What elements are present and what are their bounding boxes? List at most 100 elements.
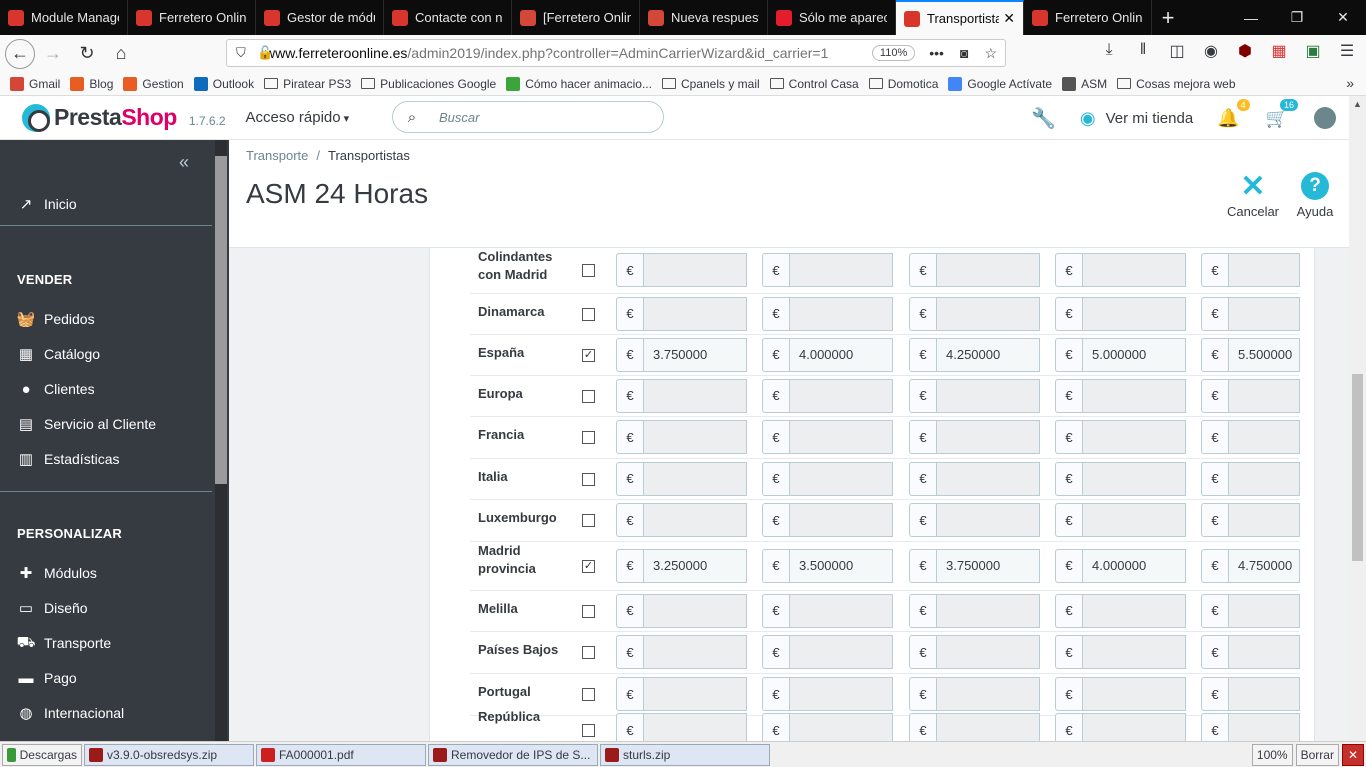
sidebar-item[interactable]: ▤ Servicio al Cliente [17, 416, 156, 433]
price-input[interactable] [936, 253, 1040, 287]
page-scrollbar[interactable]: ▲ [1349, 96, 1366, 741]
zone-checkbox[interactable] [582, 688, 595, 701]
breadcrumb-current[interactable]: Transportistas [328, 148, 410, 163]
bookmark-item[interactable]: Piratear PS3 [264, 77, 351, 91]
search-box[interactable]: ⌕ Buscar [392, 101, 664, 133]
browser-tab[interactable]: Contacte con no [384, 0, 512, 35]
price-input[interactable] [936, 420, 1040, 454]
price-field[interactable]: € [1055, 635, 1186, 669]
zone-checkbox[interactable] [582, 307, 595, 321]
price-input[interactable] [1082, 296, 1186, 331]
pocket-icon[interactable]: ◙ [960, 45, 968, 62]
close-window-icon[interactable]: ✕ [1320, 0, 1366, 35]
price-input[interactable] [1228, 677, 1300, 711]
price-field[interactable]: € [1055, 420, 1186, 454]
price-field[interactable]: € [762, 296, 893, 331]
bookmark-item[interactable]: Control Casa [769, 77, 859, 91]
price-field[interactable]: € [909, 635, 1040, 669]
zone-checkbox[interactable] [582, 646, 595, 659]
price-field[interactable]: € [1201, 677, 1300, 711]
price-field[interactable]: € [1055, 503, 1186, 537]
price-field[interactable]: €5.500000 [1201, 337, 1300, 372]
price-input[interactable] [643, 593, 747, 628]
price-field[interactable]: € [616, 378, 747, 413]
price-field[interactable]: € [1201, 461, 1300, 496]
price-field[interactable]: € [762, 253, 893, 287]
extension-red-icon[interactable]: ▦ [1268, 41, 1290, 61]
price-input[interactable] [789, 378, 893, 413]
price-input[interactable] [936, 296, 1040, 331]
price-field[interactable]: € [762, 593, 893, 628]
ublock-icon[interactable]: ⬢ [1234, 41, 1256, 61]
browser-tab[interactable]: Gestor de módu [256, 0, 384, 35]
insecure-lock-icon[interactable]: 🔓 [257, 45, 273, 61]
url-bar[interactable]: ⛉ 🔓 www.ferreteroonline.es/admin2019/ind… [226, 39, 1006, 67]
price-field[interactable]: € [909, 713, 1040, 741]
price-field[interactable]: € [616, 461, 747, 496]
menu-icon[interactable]: ☰ [1336, 41, 1358, 61]
price-field[interactable]: € [1055, 593, 1186, 628]
price-input[interactable] [1082, 677, 1186, 711]
price-field[interactable]: €3.750000 [909, 548, 1040, 583]
price-field[interactable]: € [762, 503, 893, 537]
price-field[interactable]: € [616, 503, 747, 537]
downloads-icon[interactable]: ⤓ [1098, 41, 1120, 61]
price-input[interactable] [643, 420, 747, 454]
price-field[interactable]: € [909, 503, 1040, 537]
price-field[interactable]: € [909, 677, 1040, 711]
price-input[interactable] [1228, 253, 1300, 287]
price-input[interactable] [643, 713, 747, 741]
breadcrumb-item[interactable]: Transporte [246, 148, 308, 163]
bookmark-item[interactable]: Outlook [193, 76, 254, 91]
quick-access-dropdown[interactable]: Acceso rápido [246, 109, 350, 126]
bookmark-item[interactable]: Publicaciones Google [361, 77, 496, 91]
price-field[interactable]: € [1201, 713, 1300, 741]
price-input[interactable] [643, 296, 747, 331]
prestashop-logo[interactable]: PrestaShop [22, 103, 177, 132]
price-field[interactable]: € [1201, 503, 1300, 537]
sidebar-item[interactable]: ◍ Internacional [17, 705, 124, 722]
price-input[interactable] [789, 677, 893, 711]
price-field[interactable]: € [1201, 378, 1300, 413]
price-input[interactable] [1228, 296, 1300, 331]
price-input[interactable] [1228, 461, 1300, 496]
price-input[interactable] [643, 677, 747, 711]
price-field[interactable]: €3.750000 [616, 337, 747, 372]
eye-icon[interactable]: ◉ [1080, 108, 1096, 129]
price-input[interactable] [1082, 503, 1186, 537]
price-field[interactable]: € [1201, 420, 1300, 454]
bookmark-item[interactable]: Domotica [868, 77, 938, 91]
clear-downloads-button[interactable]: Borrar [1295, 744, 1339, 766]
price-field[interactable]: € [762, 461, 893, 496]
price-input[interactable] [1228, 635, 1300, 669]
price-input[interactable] [1228, 503, 1300, 537]
bookmarks-overflow-icon[interactable]: » [1346, 75, 1354, 91]
price-field[interactable]: €5.000000 [1055, 337, 1186, 372]
price-input[interactable] [789, 253, 893, 287]
price-input[interactable]: 3.750000 [643, 337, 747, 372]
price-input[interactable] [1082, 713, 1186, 741]
price-input[interactable]: 4.750000 [1228, 548, 1300, 583]
price-input[interactable] [1082, 461, 1186, 496]
price-field[interactable]: € [909, 296, 1040, 331]
price-input[interactable]: 3.500000 [789, 548, 893, 583]
download-item[interactable]: FA000001.pdf [256, 743, 426, 766]
price-field[interactable]: € [1201, 296, 1300, 331]
price-field[interactable]: €4.000000 [1055, 548, 1186, 583]
price-field[interactable]: € [1055, 461, 1186, 496]
price-input[interactable] [643, 378, 747, 413]
price-input[interactable] [643, 503, 747, 537]
sidebar-item[interactable]: ✚ Módulos [17, 565, 97, 582]
account-icon[interactable]: ◉ [1200, 41, 1222, 61]
back-button[interactable]: ← [5, 38, 35, 69]
downloads-button[interactable]: Descargas [2, 743, 82, 766]
price-input[interactable] [936, 593, 1040, 628]
price-field[interactable]: € [1055, 713, 1186, 741]
price-input[interactable] [1228, 420, 1300, 454]
price-input[interactable]: 5.000000 [1082, 337, 1186, 372]
zone-checkbox[interactable] [582, 389, 595, 403]
browser-tab[interactable]: Module Manage [0, 0, 128, 35]
wrench-icon[interactable]: 🔧 [1031, 106, 1056, 131]
price-field[interactable]: € [616, 593, 747, 628]
price-field[interactable]: €4.000000 [762, 337, 893, 372]
